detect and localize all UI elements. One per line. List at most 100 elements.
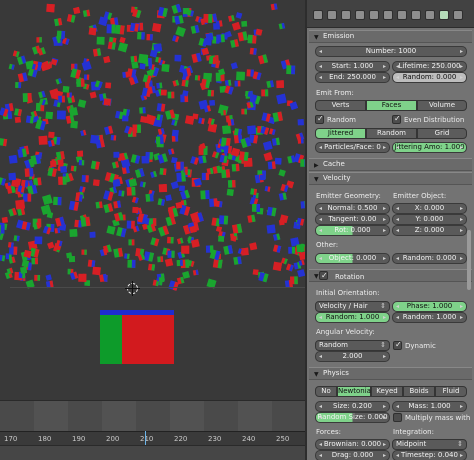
particle-cube bbox=[223, 145, 233, 154]
data-icon[interactable] bbox=[397, 10, 407, 20]
particle-cube bbox=[212, 165, 221, 174]
phase-field[interactable]: Phase: 1.000 bbox=[392, 301, 467, 312]
rot-velocity-field[interactable]: Rot: 0.000 bbox=[315, 225, 390, 236]
particle-cube bbox=[155, 136, 164, 145]
particle-cube bbox=[174, 15, 184, 25]
start-field[interactable]: Start: 1.000 bbox=[315, 61, 390, 72]
particle-cube bbox=[111, 161, 120, 169]
lifetime-random-field[interactable]: Random: 0.000 bbox=[392, 72, 467, 83]
tangent-velocity-field[interactable]: Tangent: 0.00 bbox=[315, 214, 390, 225]
normal-velocity-field[interactable]: Normal: 0.500 bbox=[315, 203, 390, 214]
emission-section-header[interactable]: ▼ Emission bbox=[309, 30, 472, 43]
particle-cube bbox=[167, 250, 175, 258]
3d-cursor-icon[interactable] bbox=[125, 281, 140, 296]
particle-cube bbox=[65, 114, 75, 124]
drag-field[interactable]: Drag: 0.000 bbox=[315, 450, 390, 460]
physics-icon[interactable] bbox=[453, 10, 463, 20]
object-x-velocity-field[interactable]: X: 0.000 bbox=[392, 203, 467, 214]
particle-cube bbox=[118, 190, 125, 197]
particle-cube bbox=[230, 62, 238, 70]
particle-cube bbox=[285, 263, 294, 272]
particle-cube bbox=[208, 56, 217, 65]
orientation-axis-dropdown[interactable]: Velocity / Hair bbox=[315, 301, 390, 312]
physics-keyed-button[interactable]: Keyed bbox=[371, 386, 403, 397]
emit-from-faces-button[interactable]: Faces bbox=[366, 100, 417, 111]
timeline-track[interactable] bbox=[0, 401, 305, 431]
angular-velocity-mode-dropdown[interactable]: Random bbox=[315, 340, 390, 351]
rotation-enable-checkbox[interactable] bbox=[319, 270, 328, 281]
physics-no-button[interactable]: No bbox=[315, 386, 337, 397]
particle-cube bbox=[205, 32, 214, 41]
object-y-velocity-field[interactable]: Y: 0.000 bbox=[392, 214, 467, 225]
multiply-mass-checkbox[interactable] bbox=[393, 413, 402, 422]
texture-icon[interactable] bbox=[425, 10, 435, 20]
dynamic-checkbox[interactable] bbox=[393, 340, 402, 350]
emitter-cube[interactable] bbox=[100, 310, 174, 364]
panel-scrollbar[interactable] bbox=[467, 230, 471, 290]
particles-icon[interactable] bbox=[439, 10, 449, 20]
even-distribution-checkbox[interactable] bbox=[392, 114, 401, 124]
particles-per-face-field[interactable]: Particles/Face: 0 bbox=[315, 142, 390, 153]
particle-cube bbox=[127, 259, 136, 268]
distribution-random-button[interactable]: Random bbox=[366, 128, 417, 139]
particle-cube bbox=[34, 236, 43, 245]
timeline-ruler[interactable]: 170 180 190 200 210 220 230 240 250 bbox=[0, 431, 305, 445]
render-icon[interactable] bbox=[313, 10, 323, 20]
particle-cube bbox=[247, 125, 257, 135]
object-icon[interactable] bbox=[355, 10, 365, 20]
particle-cube bbox=[0, 224, 5, 234]
emission-title: Emission bbox=[323, 32, 355, 40]
timestep-field[interactable]: Timestep: 0.040 bbox=[392, 450, 467, 460]
physics-fluid-button[interactable]: Fluid bbox=[435, 386, 467, 397]
number-field[interactable]: Number: 1000 bbox=[315, 46, 467, 57]
3d-viewport[interactable] bbox=[0, 0, 305, 400]
integration-dropdown[interactable]: Midpoint bbox=[392, 439, 467, 450]
physics-section-header[interactable]: ▼ Physics bbox=[309, 367, 472, 380]
phase-random-field[interactable]: Random: 1.000 bbox=[392, 312, 467, 323]
particle-cube bbox=[81, 175, 89, 183]
particle-cube bbox=[276, 93, 287, 105]
emit-from-verts-button[interactable]: Verts bbox=[315, 100, 366, 111]
particle-cube bbox=[276, 80, 284, 89]
brownian-field[interactable]: Brownian: 0.000 bbox=[315, 439, 390, 450]
particle-cube bbox=[146, 34, 153, 41]
object-z-velocity-field[interactable]: Z: 0.000 bbox=[392, 225, 467, 236]
orientation-random-field[interactable]: Random: 1.000 bbox=[315, 312, 390, 323]
particle-cube bbox=[103, 98, 111, 106]
particle-cube bbox=[0, 254, 6, 262]
particle-cube bbox=[213, 23, 220, 30]
world-icon[interactable] bbox=[341, 10, 351, 20]
particle-cube bbox=[261, 89, 269, 97]
physics-newtonian-button[interactable]: Newtonia bbox=[337, 386, 371, 397]
distribution-jittered-button[interactable]: Jittered bbox=[315, 128, 366, 139]
random-checkbox[interactable] bbox=[315, 114, 324, 124]
particle-cube bbox=[117, 42, 128, 53]
particle-cube bbox=[236, 71, 245, 81]
jittering-amount-field[interactable]: Jittering Amo: 1.000 bbox=[392, 142, 467, 153]
scene-icon[interactable] bbox=[327, 10, 337, 20]
velocity-section-header[interactable]: ▼ Velocity bbox=[309, 172, 472, 185]
collapse-triangle-icon: ▼ bbox=[314, 176, 319, 183]
velocity-title: Velocity bbox=[323, 174, 351, 182]
angular-velocity-amount-field[interactable]: 2.000 bbox=[315, 351, 390, 362]
lifetime-field[interactable]: Lifetime: 250.000 bbox=[392, 61, 467, 72]
cache-section-header[interactable]: ▶ Cache bbox=[309, 158, 472, 171]
random-size-field[interactable]: Random Size: 0.000 bbox=[315, 412, 390, 423]
end-field[interactable]: End: 250.000 bbox=[315, 72, 390, 83]
modifiers-icon[interactable] bbox=[383, 10, 393, 20]
particle-cube bbox=[60, 166, 67, 173]
object-velocity-field[interactable]: Object: 0.000 bbox=[315, 253, 390, 264]
particle-cube bbox=[200, 190, 210, 200]
particle-cube bbox=[90, 160, 100, 170]
material-icon[interactable] bbox=[411, 10, 421, 20]
particle-cube bbox=[22, 93, 32, 103]
size-field[interactable]: Size: 0.200 bbox=[315, 401, 390, 412]
physics-boids-button[interactable]: Boids bbox=[403, 386, 435, 397]
velocity-random-field[interactable]: Random: 0.000 bbox=[392, 253, 467, 264]
emit-from-volume-button[interactable]: Volume bbox=[417, 100, 467, 111]
mass-field[interactable]: Mass: 1.000 bbox=[392, 401, 467, 412]
timeline[interactable]: 170 180 190 200 210 220 230 240 250 bbox=[0, 400, 305, 460]
constraints-icon[interactable] bbox=[369, 10, 379, 20]
rotation-section-header[interactable]: ▼ Rotation bbox=[309, 269, 472, 282]
distribution-grid-button[interactable]: Grid bbox=[417, 128, 467, 139]
